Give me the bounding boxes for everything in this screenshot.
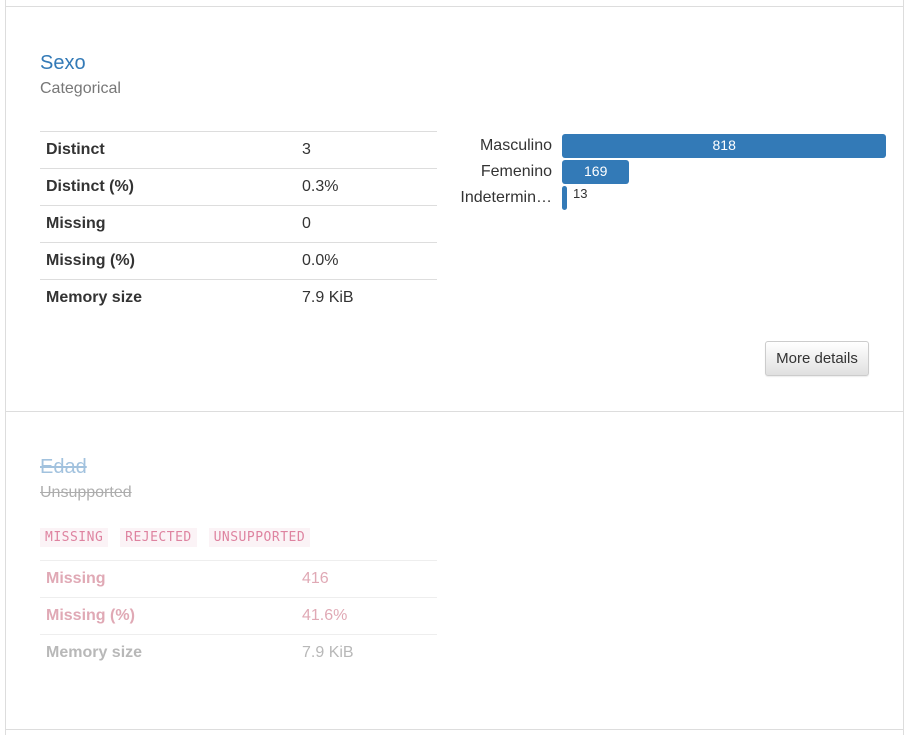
stat-label: Distinct xyxy=(40,131,290,169)
variable-title[interactable]: Edad xyxy=(40,457,87,477)
divider xyxy=(5,729,904,730)
stats-table: Distinct 3 Distinct (%) 0.3% Missing 0 M… xyxy=(40,131,437,317)
stat-label: Memory size xyxy=(40,634,290,672)
table-row: Memory size 7.9 KiB xyxy=(40,634,437,672)
badge-rejected: REJECTED xyxy=(120,528,197,547)
variable-title[interactable]: Sexo xyxy=(40,53,86,73)
divider xyxy=(5,6,904,7)
frequency-bar xyxy=(562,186,567,210)
frequency-value: 818 xyxy=(712,137,736,153)
stat-label: Missing xyxy=(40,560,290,598)
stat-label: Missing xyxy=(40,205,290,243)
stats-table: Missing 416 Missing (%) 41.6% Memory siz… xyxy=(40,560,437,672)
table-row: Missing 0 xyxy=(40,205,437,243)
table-row: Distinct 3 xyxy=(40,131,437,169)
stat-value: 0 xyxy=(290,205,437,243)
frequency-label: Masculino xyxy=(479,137,552,154)
stat-value: 0.3% xyxy=(290,168,437,206)
frequency-value: 13 xyxy=(573,186,588,201)
frequency-row: Femenino 169 xyxy=(440,160,890,184)
table-row: Distinct (%) 0.3% xyxy=(40,168,437,206)
stat-label: Distinct (%) xyxy=(40,168,290,206)
frequency-value: 169 xyxy=(584,163,608,179)
badge-missing: MISSING xyxy=(40,528,109,547)
table-row: Memory size 7.9 KiB xyxy=(40,279,437,317)
table-row: Missing (%) 41.6% xyxy=(40,597,437,635)
stat-label: Missing (%) xyxy=(40,597,290,635)
frequency-label: Indetermin… xyxy=(460,189,552,206)
stat-label: Missing (%) xyxy=(40,242,290,280)
more-details-button[interactable]: More details xyxy=(765,341,869,376)
frequency-row: Masculino 818 xyxy=(440,134,890,158)
table-row: Missing 416 xyxy=(40,560,437,598)
stat-value: 41.6% xyxy=(290,597,437,635)
frequency-row: Indetermin… 13 xyxy=(440,186,890,210)
stat-value: 0.0% xyxy=(290,242,437,280)
stat-value: 7.9 KiB xyxy=(290,634,437,672)
stat-value: 7.9 KiB xyxy=(290,279,437,317)
frequency-label: Femenino xyxy=(480,163,552,180)
variable-type: Unsupported xyxy=(40,484,132,501)
warning-badges: MISSING REJECTED UNSUPPORTED xyxy=(40,528,314,547)
variable-type: Categorical xyxy=(40,80,121,97)
stat-value: 416 xyxy=(290,560,437,598)
stat-value: 3 xyxy=(290,131,437,169)
stat-label: Memory size xyxy=(40,279,290,317)
table-row: Missing (%) 0.0% xyxy=(40,242,437,280)
divider xyxy=(5,411,904,412)
badge-unsupported: UNSUPPORTED xyxy=(208,528,311,547)
